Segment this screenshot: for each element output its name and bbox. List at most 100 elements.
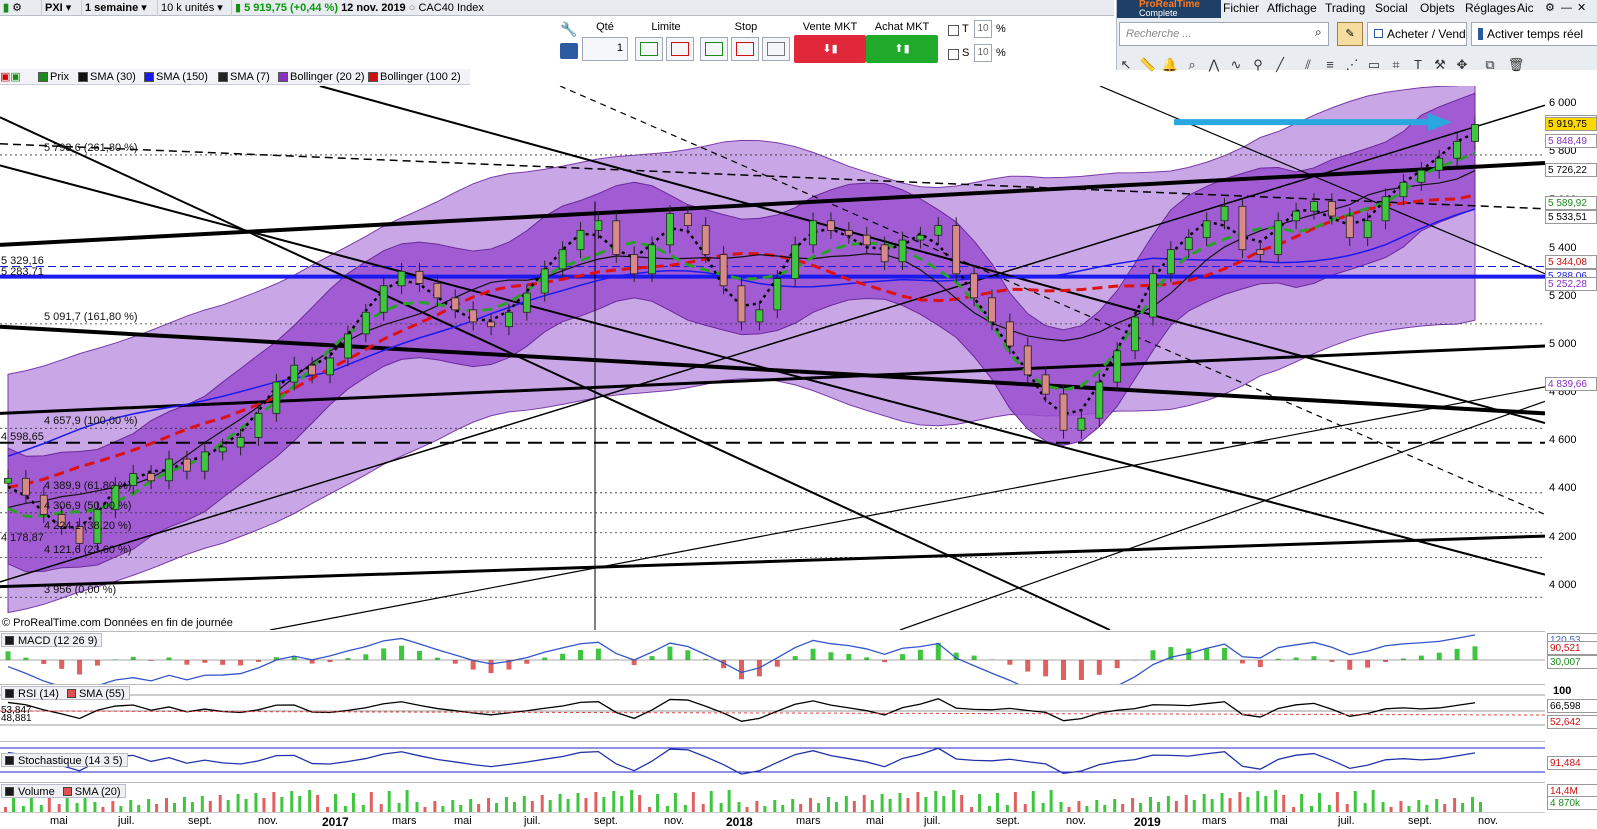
cursor-icon[interactable]: ↖ [1117, 56, 1135, 74]
legend-sma150[interactable]: SMA (150) [142, 70, 208, 84]
menu-trading[interactable]: Trading [1325, 0, 1365, 16]
candle [844, 230, 853, 236]
search-icon[interactable]: ⌕ [1315, 25, 1322, 40]
legend-swatch [368, 72, 378, 82]
level-label: 5 283,71 [1, 265, 44, 278]
channel-icon[interactable]: ⫽ [1299, 56, 1317, 74]
buy-sell-button[interactable]: Acheter / Vendre [1367, 22, 1467, 46]
copy-icon[interactable]: ⧉ [1481, 56, 1499, 74]
legend-price[interactable]: Prix [36, 70, 69, 84]
menu-reglages[interactable]: Réglages [1465, 0, 1516, 16]
volume-bar [236, 794, 240, 813]
x-tick-label: sept. [996, 815, 1020, 827]
link-icon[interactable]: ⚲ [1249, 56, 1267, 74]
trash-icon[interactable]: 🗑 [1507, 56, 1525, 74]
limit-sell-button[interactable] [666, 37, 694, 61]
menu-affichage[interactable]: Affichage [1267, 0, 1317, 16]
text-icon[interactable]: T [1409, 56, 1427, 74]
wave-icon[interactable]: ∿ [1227, 56, 1245, 74]
units-selector[interactable]: 10 k unités ▾ [158, 0, 232, 16]
close-icon[interactable]: ✕ [1577, 0, 1586, 16]
chart-type-selector[interactable]: ▮ ⚙ [0, 0, 42, 16]
price-pane[interactable]: 5 793,6 (261,80 %) 5 091,7 (161,80 %) 4 65… [0, 86, 1545, 630]
t-checkbox[interactable] [948, 25, 959, 36]
limit-buy-button[interactable] [635, 37, 663, 61]
x-tick-label: 2017 [322, 815, 349, 829]
candle [701, 225, 710, 255]
timeframe-selector[interactable]: 1 semaine ▾ [82, 0, 158, 16]
buy-market-button[interactable]: ⬆▮ [866, 35, 938, 63]
candle [1453, 140, 1462, 159]
rsi-label[interactable]: RSI (14) SMA (55) [1, 686, 130, 700]
volume-bar [1300, 794, 1304, 813]
bollinger-100-band [7, 86, 1476, 614]
pencil-icon[interactable]: ✎ [1337, 22, 1363, 46]
volume-label[interactable]: Volume SMA (20) [1, 784, 126, 798]
candle [236, 437, 245, 448]
ticker-selector[interactable]: PXI ▾ [42, 0, 82, 16]
volume-bar [638, 795, 642, 813]
volume-pane[interactable]: Volume SMA (20) [0, 782, 1545, 813]
gann-icon[interactable]: ⌗ [1387, 56, 1405, 74]
volume-tag: 4 870k [1547, 796, 1597, 810]
macd-histogram-bar [846, 653, 852, 660]
minimize-icon[interactable]: — [1561, 0, 1572, 16]
time-axis[interactable]: mai juil. sept. nov. 2017 mars mai juil. sept. no… [0, 812, 1545, 829]
sell-market-button[interactable]: ⬇▮ [794, 35, 866, 63]
fan-icon[interactable]: ⋰ [1343, 56, 1361, 74]
volume-bar [791, 799, 795, 813]
ruler-icon[interactable]: 📏 [1139, 56, 1157, 74]
rectangle-icon[interactable]: ▭ [1365, 56, 1383, 74]
price-chart[interactable] [0, 86, 1545, 630]
candle [200, 451, 209, 472]
limit-sell-icon [671, 42, 689, 56]
menu-objets[interactable]: Objets [1420, 0, 1455, 16]
legend-bollinger20[interactable]: Bollinger (20 2) [276, 70, 365, 84]
alert-bell-icon[interactable]: 🔔 [1161, 56, 1179, 74]
candle [451, 297, 460, 311]
stochastic-label[interactable]: Stochastique (14 3 5) [1, 753, 128, 767]
menu-fichier[interactable]: Fichier [1223, 0, 1259, 16]
line-icon[interactable]: ╱ [1271, 56, 1289, 74]
legend-swatch [5, 787, 14, 796]
candle [827, 220, 835, 231]
search-input[interactable]: Recherche ... [1119, 22, 1329, 46]
menu-aide[interactable]: Aic [1517, 0, 1533, 16]
legend-controls[interactable]: ▣▣ [0, 70, 21, 84]
candle [1435, 157, 1444, 171]
volume-bar [584, 798, 588, 813]
s-value-input[interactable]: 10 [974, 44, 992, 62]
macd-histogram-bar [1257, 660, 1263, 668]
fibonacci-icon[interactable]: ≡ [1321, 56, 1339, 74]
volume-chart [4, 790, 1482, 813]
qty-input[interactable]: 1 [582, 37, 628, 61]
menu-social[interactable]: Social [1375, 0, 1408, 16]
realtime-button[interactable]: Activer temps réel [1471, 22, 1597, 46]
volume-bar [1031, 791, 1035, 813]
zoom-icon[interactable]: ⌕ [1183, 56, 1201, 74]
candle [361, 311, 370, 335]
candle [1059, 393, 1068, 431]
stop-buy-button[interactable] [700, 37, 728, 61]
keyboard-icon[interactable] [560, 43, 578, 59]
macd-histogram-bar [560, 653, 566, 660]
legend-sma7[interactable]: SMA (7) [216, 70, 270, 84]
volume-bar [147, 799, 151, 813]
legend-bollinger100[interactable]: Bollinger (100 2) [366, 70, 461, 84]
pattern-icon[interactable]: ⋀ [1205, 56, 1223, 74]
x-tick-label: nov. [1066, 815, 1086, 827]
rsi-pane[interactable]: RSI (14) SMA (55) 53,847 48,881 [0, 684, 1545, 740]
stop-bracket-button[interactable] [762, 37, 790, 61]
move-icon[interactable]: ✥ [1453, 56, 1471, 74]
stop-sell-button[interactable] [731, 37, 759, 61]
gear-icon[interactable]: ⚙ [1545, 0, 1555, 16]
macd-label[interactable]: MACD (12 26 9) [1, 633, 103, 647]
tools-icon[interactable]: ⚒ [1431, 56, 1449, 74]
macd-pane[interactable]: MACD (12 26 9) [0, 631, 1545, 684]
legend-sma30[interactable]: SMA (30) [76, 70, 136, 84]
stochastic-pane[interactable]: Stochastique (14 3 5) [0, 741, 1545, 781]
volume-bar [369, 792, 373, 813]
t-value-input[interactable]: 10 [974, 20, 992, 38]
volume-bar [1131, 798, 1135, 813]
s-checkbox[interactable] [948, 49, 959, 60]
